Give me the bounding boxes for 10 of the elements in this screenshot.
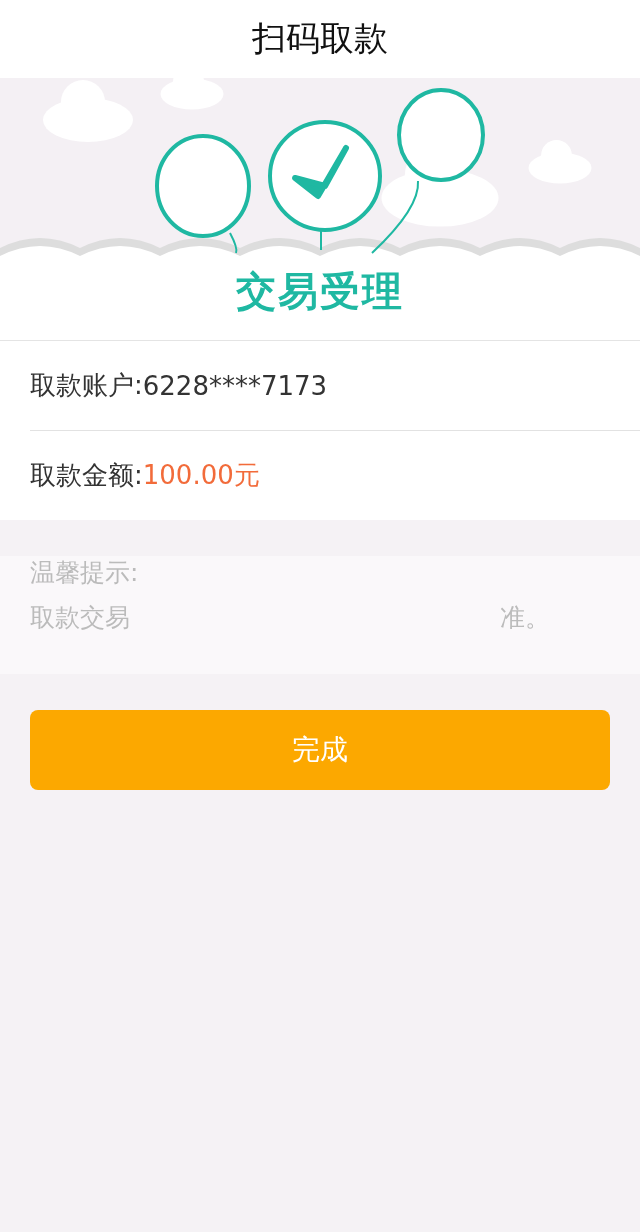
page-title: 扫码取款 — [252, 17, 388, 60]
banner-caption: 交易受理 — [235, 267, 405, 316]
detail-label: 取款金额: — [30, 459, 143, 492]
done-button[interactable]: 完成 — [30, 710, 610, 790]
tip-text: 取款交易 — [30, 602, 130, 634]
detail-value: 6228****7173 — [142, 370, 328, 401]
tip-text: 准。 — [500, 602, 550, 634]
detail-label: 取款账户: — [30, 369, 143, 402]
detail-value: 100.00元 — [142, 459, 260, 492]
tips-heading: 温馨提示: — [30, 557, 140, 589]
